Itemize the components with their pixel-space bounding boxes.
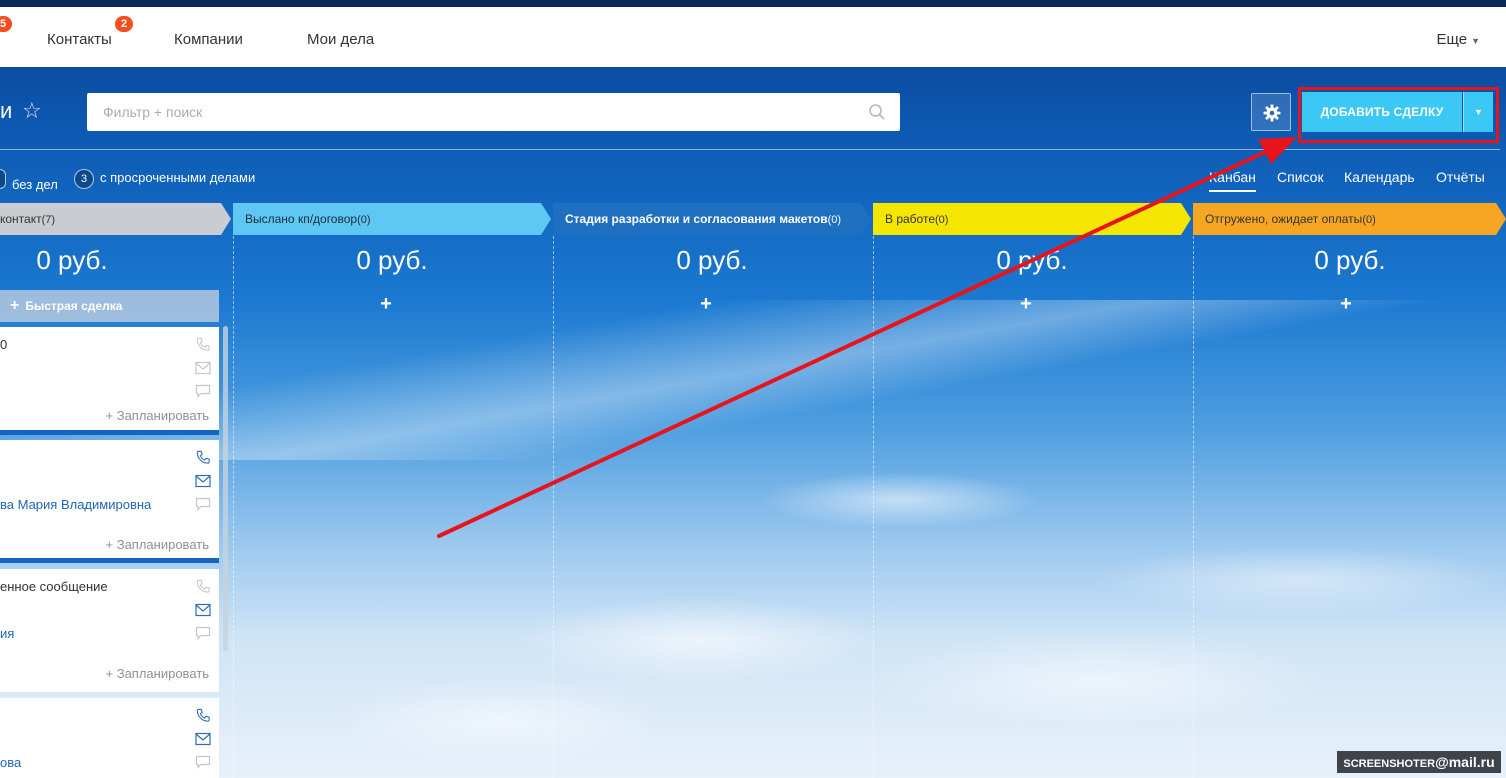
nav-item-companies[interactable]: Компании (174, 31, 243, 48)
column-separator (553, 236, 554, 778)
watermark: SCREENSHOTER@mail.ru (1337, 751, 1501, 773)
tab-list[interactable]: Список (1277, 169, 1324, 185)
chevron-down-icon: ▼ (1474, 107, 1483, 117)
filter-overdue-label: с просроченными делами (100, 170, 256, 185)
chat-icon[interactable] (195, 497, 211, 511)
gear-icon (1263, 104, 1281, 122)
nav-contacts-badge: 2 (115, 16, 133, 32)
stage-header-in-work[interactable]: В работе(0) (873, 203, 1191, 235)
column-scrollbar[interactable] (223, 326, 228, 651)
add-deal-button[interactable]: ДОБАВИТЬ СДЕЛКУ (1302, 92, 1462, 132)
add-deal-plus-button[interactable]: + (876, 293, 1176, 316)
stage-sum: 0 руб. (996, 245, 1068, 275)
column-separator (233, 236, 234, 778)
nav-item-my-tasks[interactable]: Мои дела (307, 31, 374, 48)
add-deal-plus-button[interactable]: + (1196, 293, 1496, 316)
search-input[interactable]: Фильтр + поиск (87, 93, 900, 131)
nav-left-badge: 5 (0, 16, 12, 32)
stage-header-contact[interactable]: контакт(7) (0, 203, 231, 235)
stage-header-shipped[interactable]: Отгружено, ожидает оплаты(0) (1193, 203, 1506, 235)
add-deal-plus-button[interactable]: + (236, 293, 536, 316)
plan-activity-link[interactable]: + Запланировать (106, 408, 209, 423)
column-separator (1193, 236, 1194, 778)
email-icon[interactable] (195, 603, 211, 617)
deal-card-title[interactable]: 0 (0, 337, 7, 352)
nav-more-label: Еще (1436, 31, 1468, 48)
deal-card[interactable]: 0 + Запланировать (0, 327, 219, 435)
column-separator (873, 236, 874, 778)
plan-activity-link[interactable]: + Запланировать (106, 666, 209, 681)
stage-count: (0) (1362, 214, 1376, 226)
phone-icon[interactable] (195, 337, 211, 351)
stage-sum: 0 руб. (356, 245, 428, 275)
star-icon[interactable]: ☆ (22, 98, 42, 124)
stage-name: В работе (885, 212, 936, 226)
email-icon[interactable] (195, 732, 211, 746)
tab-reports[interactable]: Отчёты (1436, 169, 1485, 185)
chat-icon[interactable] (195, 384, 211, 398)
tab-calendar[interactable]: Календарь (1344, 169, 1415, 185)
phone-icon[interactable] (195, 579, 211, 593)
email-icon[interactable] (195, 361, 211, 375)
add-deal-dropdown-button[interactable]: ▼ (1463, 92, 1493, 132)
chat-icon[interactable] (195, 626, 211, 640)
stage-sum: 0 руб. (1314, 245, 1386, 275)
top-navigation: 5 Контакты 2 Компании Мои дела Еще ▼ (0, 7, 1506, 67)
filter-no-tasks[interactable]: без дел (0, 169, 58, 192)
chevron-down-icon: ▼ (1471, 36, 1480, 46)
email-icon[interactable] (195, 474, 211, 488)
deal-card-contact-link[interactable]: ова (0, 755, 21, 770)
plan-activity-link[interactable]: + Запланировать (106, 537, 209, 552)
deal-card-title[interactable]: енное сообщение (0, 579, 108, 594)
stage-name: Стадия разработки и согласования макетов (565, 212, 828, 226)
chat-icon[interactable] (195, 755, 211, 769)
filter-overdue[interactable]: 3 с просроченными делами (74, 169, 255, 189)
stage-name: контакт (0, 212, 42, 226)
top-strip (0, 0, 1506, 7)
search-icon[interactable] (868, 103, 886, 121)
phone-icon[interactable] (195, 708, 211, 722)
quick-deal-label: Быстрая сделка (25, 299, 123, 313)
stage-sum: 0 руб. (36, 245, 108, 275)
quick-deal-button[interactable]: + Быстрая сделка (0, 290, 219, 322)
filter-overdue-counter: 3 (74, 169, 94, 189)
phone-icon[interactable] (195, 450, 211, 464)
plus-icon: + (10, 297, 20, 314)
nav-item-contacts[interactable]: Контакты (47, 31, 112, 48)
watermark-prefix: SCREENSHOTER (1343, 758, 1436, 770)
add-deal-plus-button[interactable]: + (556, 293, 856, 316)
stage-name: Выслано кп/договор (245, 212, 358, 226)
stage-count: (7) (41, 214, 56, 226)
deal-card[interactable]: ва Мария Владимировна + Запланировать (0, 440, 219, 563)
stage-name: Отгружено, ожидает оплаты (1205, 212, 1363, 226)
page-title: и (0, 98, 13, 123)
stage-header-design[interactable]: Стадия разработки и согласования макетов… (553, 203, 871, 235)
stage-count: (0) (357, 214, 371, 226)
search-placeholder: Фильтр + поиск (103, 104, 203, 120)
watermark-suffix: @mail.ru (1435, 754, 1495, 770)
deal-card-contact-link[interactable]: ва Мария Владимировна (0, 497, 151, 512)
header-divider (0, 149, 1500, 150)
stage-sum: 0 руб. (676, 245, 748, 275)
deal-card-contact-link[interactable]: ия (0, 626, 14, 641)
stage-header-sent[interactable]: Выслано кп/договор(0) (233, 203, 551, 235)
filter-no-tasks-label: без дел (12, 177, 58, 192)
deal-card[interactable]: енное сообщение ия + Запланировать (0, 569, 219, 692)
stage-count: (0) (935, 214, 949, 226)
settings-button[interactable] (1251, 93, 1291, 131)
filter-no-tasks-counter (0, 169, 6, 189)
nav-more-menu[interactable]: Еще ▼ (1437, 31, 1480, 48)
deal-card[interactable]: ова (0, 698, 219, 778)
tab-kanban[interactable]: Канбан (1209, 169, 1256, 192)
stage-count: (0) (827, 214, 842, 226)
